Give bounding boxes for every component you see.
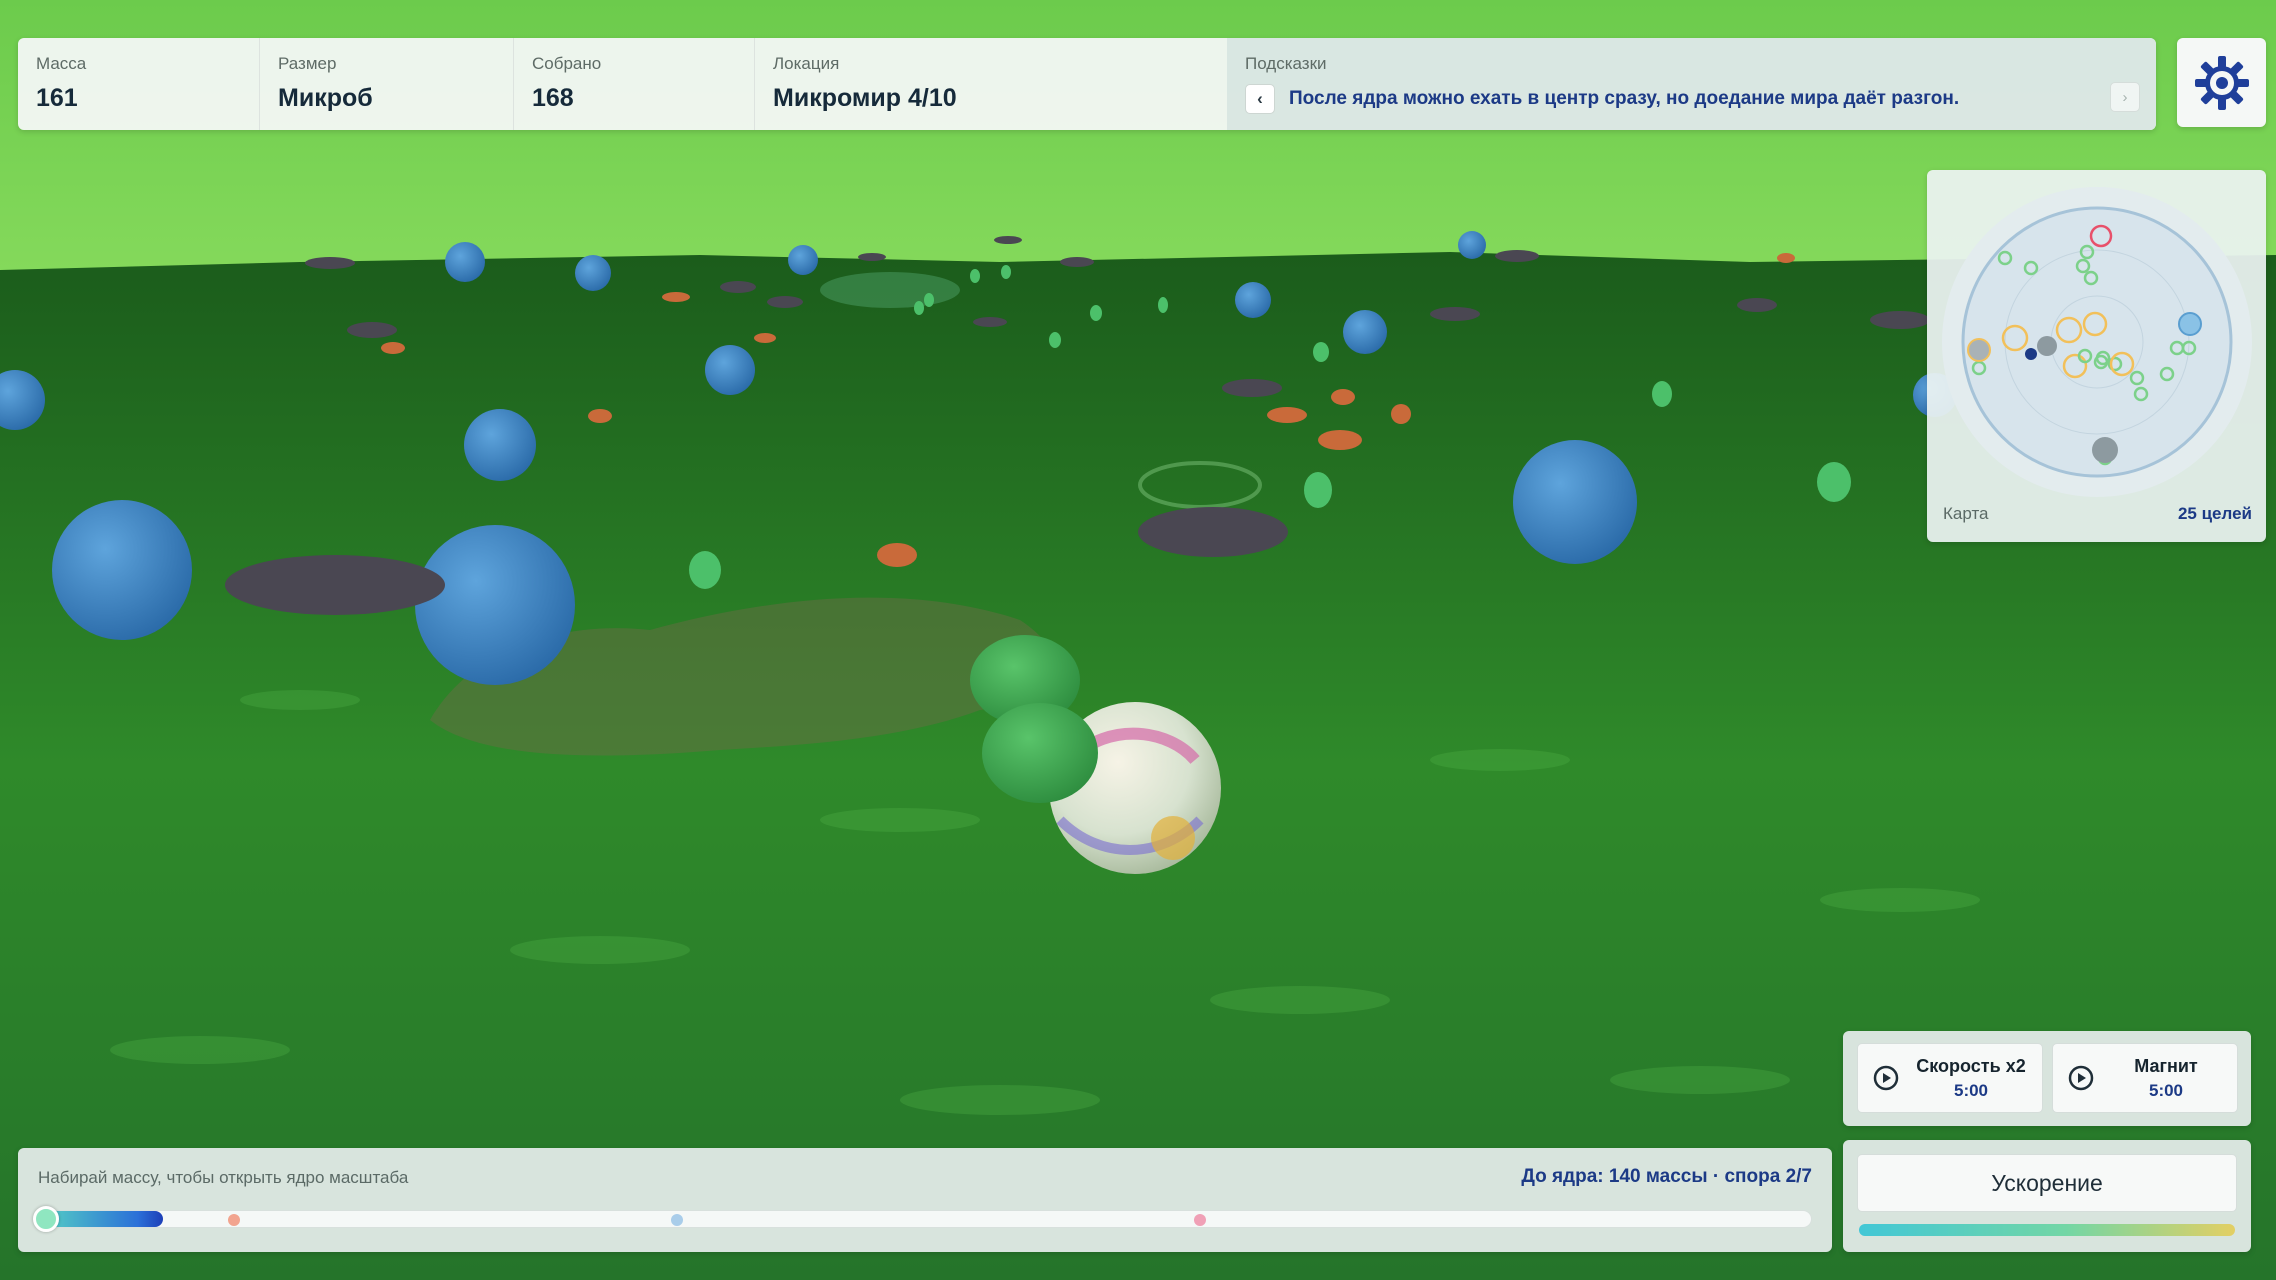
size-stat: Размер Микроб [260, 38, 514, 130]
progress-hint: Набирай массу, чтобы открыть ядро масшта… [38, 1168, 409, 1187]
location-label: Локация [773, 54, 840, 73]
accelerate-charge-bar [1859, 1224, 2235, 1236]
booster-panel: Скорость x2 5:00 Магнит 5:00 [1843, 1031, 2251, 1126]
location-value: Микромир 4/10 [773, 84, 957, 112]
magnet-booster-time: 5:00 [2148, 1080, 2184, 1100]
spore-marker [228, 1214, 240, 1226]
hint-next-button[interactable]: › [2110, 82, 2140, 112]
location-stat: Локация Микромир 4/10 [755, 38, 1227, 130]
collected-value: 168 [532, 84, 574, 112]
gear-icon [2194, 55, 2249, 110]
player-marker [2025, 348, 2037, 360]
spore-marker [1194, 1214, 1206, 1226]
progress-start-marker [33, 1206, 59, 1232]
mass-label: Масса [36, 54, 87, 73]
mass-progress-panel: Набирай массу, чтобы открыть ядро масшта… [18, 1148, 1832, 1252]
collected-stat: Собрано 168 [514, 38, 755, 130]
minimap-target-count: 25 целей [2177, 504, 2252, 523]
chevron-right-icon: › [2122, 88, 2128, 106]
magnet-booster-name: Магнит [2134, 1055, 2198, 1076]
spore-marker [671, 1214, 683, 1226]
hints-panel: Подсказки ‹ После ядра можно ехать в цен… [1227, 38, 2156, 130]
size-label: Размер [278, 54, 337, 73]
settings-button[interactable] [2177, 38, 2266, 127]
progress-status: До ядра: 140 массы · спора 2/7 [1521, 1166, 1812, 1187]
mass-value: 161 [36, 84, 78, 112]
top-hud: Масса 161 Размер Микроб Собрано 168 Лока… [18, 38, 2156, 130]
play-circle-icon [1873, 1065, 1899, 1091]
speed-booster-time: 5:00 [1953, 1080, 1989, 1100]
mass-progress-track [33, 1206, 1812, 1232]
speed-booster-name: Скорость x2 [1916, 1055, 2026, 1076]
minimap-label: Карта [1943, 504, 1989, 523]
hint-prev-button[interactable]: ‹ [1245, 84, 1275, 114]
chevron-left-icon: ‹ [1257, 89, 1263, 108]
hint-text: После ядра можно ехать в центр сразу, но… [1289, 88, 1960, 109]
minimap[interactable]: Карта 25 целей [1927, 170, 2266, 542]
collected-label: Собрано [532, 54, 602, 73]
mass-stat: Масса 161 [18, 38, 260, 130]
play-circle-icon [2068, 1065, 2094, 1091]
accelerate-button[interactable]: Ускорение [1857, 1154, 2237, 1212]
accelerate-panel: Ускорение [1843, 1140, 2251, 1252]
hints-label: Подсказки [1245, 54, 1327, 73]
size-value: Микроб [278, 84, 373, 112]
magnet-booster-button[interactable]: Магнит 5:00 [2052, 1043, 2238, 1113]
speed-booster-button[interactable]: Скорость x2 5:00 [1857, 1043, 2043, 1113]
radar-map[interactable] [1927, 170, 2266, 500]
